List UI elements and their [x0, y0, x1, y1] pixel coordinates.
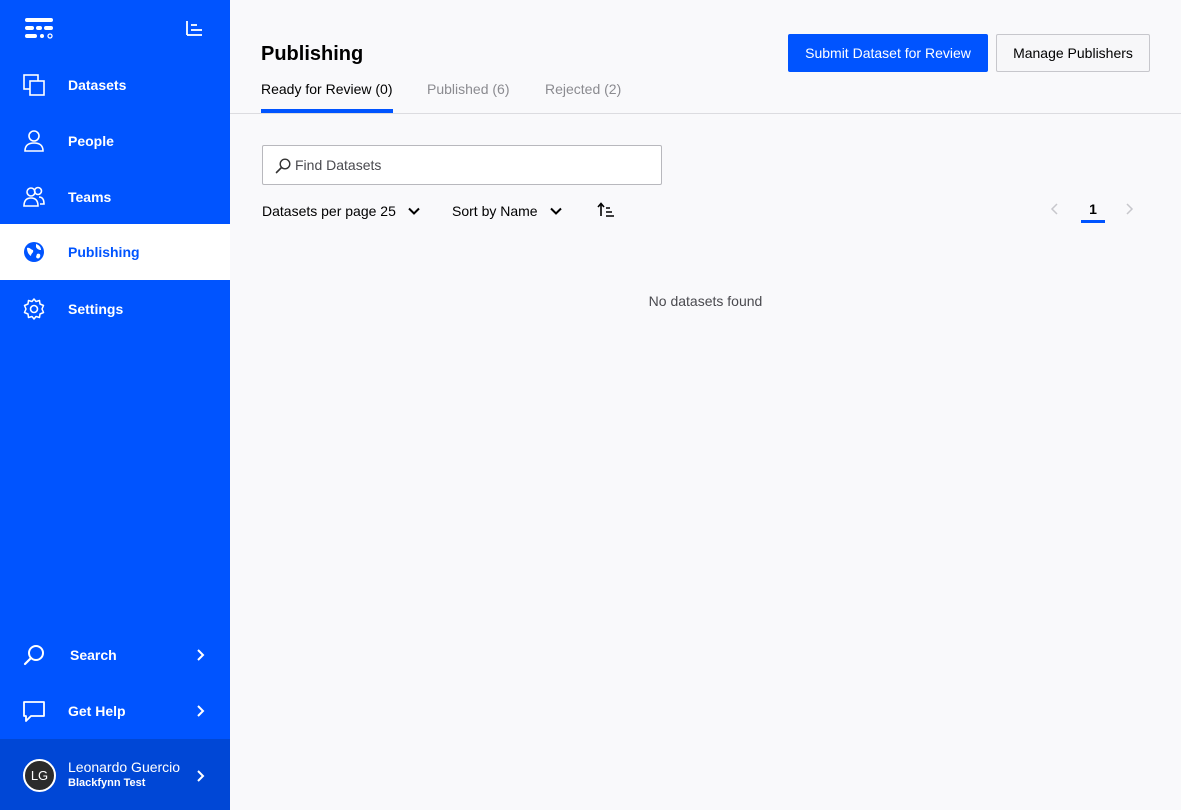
tab-ready-for-review[interactable]: Ready for Review (0): [261, 81, 393, 113]
sidebar-item-label: Datasets: [68, 77, 127, 93]
tab-divider: [230, 113, 1181, 114]
search-input[interactable]: [295, 146, 655, 184]
sidebar-item-label: Teams: [68, 189, 112, 205]
user-name: Leonardo Guercio: [68, 759, 181, 775]
manage-publishers-button[interactable]: Manage Publishers: [996, 34, 1150, 72]
sidebar-item-get-help[interactable]: Get Help: [0, 683, 230, 739]
previous-page-icon[interactable]: [1050, 203, 1060, 215]
collapse-sidebar-icon[interactable]: [185, 20, 203, 36]
sidebar-item-publishing[interactable]: Publishing: [0, 224, 230, 280]
sidebar-item-people[interactable]: People: [0, 113, 230, 169]
sort-dropdown[interactable]: Sort by Name: [452, 202, 562, 220]
chevron-down-icon: [549, 207, 562, 215]
user-menu[interactable]: LG Leonardo Guercio Blackfynn Test: [0, 739, 230, 810]
team-icon: [23, 186, 45, 207]
tab-published[interactable]: Published (6): [427, 81, 510, 113]
chevron-down-icon: [408, 207, 420, 215]
sort-direction-icon[interactable]: [597, 202, 615, 218]
page-number-current[interactable]: 1: [1081, 201, 1105, 223]
sidebar-item-label: Get Help: [68, 703, 126, 719]
next-page-icon[interactable]: [1124, 203, 1134, 215]
per-page-label: Datasets per page 25: [262, 203, 396, 219]
sidebar-item-datasets[interactable]: Datasets: [0, 57, 230, 113]
sidebar-item-teams[interactable]: Teams: [0, 169, 230, 225]
search-icon: [23, 645, 44, 666]
avatar: LG: [23, 759, 56, 792]
tab-rejected[interactable]: Rejected (2): [545, 81, 621, 113]
sidebar-item-label: People: [68, 133, 114, 149]
sidebar-item-label: Publishing: [68, 244, 140, 260]
chevron-right-icon: [197, 770, 205, 782]
sort-label: Sort by Name: [452, 203, 538, 219]
person-icon: [24, 130, 44, 152]
chevron-right-icon: [197, 705, 205, 717]
user-organization: Blackfynn Test: [68, 777, 146, 789]
gear-icon: [23, 298, 45, 320]
app-logo-icon[interactable]: [24, 17, 54, 39]
sidebar-item-label: Search: [70, 647, 117, 663]
submit-dataset-button[interactable]: Submit Dataset for Review: [788, 34, 988, 72]
datasets-icon: [23, 74, 45, 96]
sidebar-item-label: Settings: [68, 301, 124, 317]
sidebar: Datasets People Teams Publishing Setting…: [0, 0, 230, 810]
per-page-dropdown[interactable]: Datasets per page 25: [262, 202, 420, 220]
dataset-search: [262, 145, 662, 185]
page-title: Publishing: [261, 43, 364, 65]
sidebar-item-search[interactable]: Search: [0, 627, 230, 683]
empty-state-message: No datasets found: [648, 293, 763, 309]
search-icon: [275, 158, 291, 174]
chevron-right-icon: [197, 649, 205, 661]
sidebar-item-settings[interactable]: Settings: [0, 281, 230, 337]
globe-icon: [24, 242, 44, 262]
chat-icon: [23, 701, 45, 722]
